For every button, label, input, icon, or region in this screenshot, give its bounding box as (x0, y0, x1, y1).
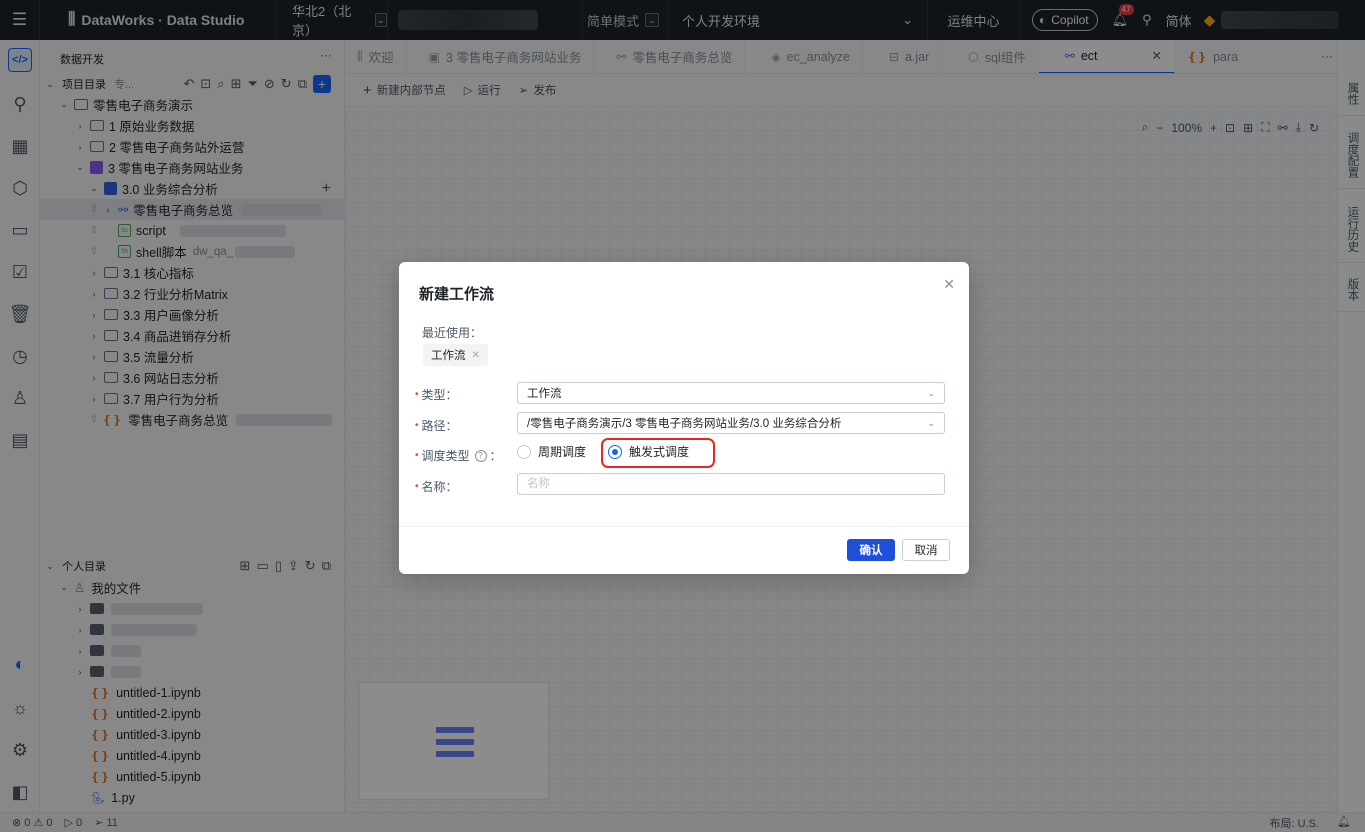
close-icon[interactable]: ✕ (943, 276, 955, 293)
footer-divider (399, 526, 969, 527)
cancel-button[interactable]: 取消 (902, 539, 950, 561)
name-label: • 名称： (415, 480, 458, 494)
new-workflow-dialog: 新建工作流 ✕ 最近使用： 工作流 ✕ • 类型： 工作流 ⌄ • 路径： /零售电子商… (399, 262, 969, 574)
radio-periodic[interactable]: 周期调度 (517, 443, 586, 460)
close-icon[interactable]: ✕ (472, 350, 480, 361)
chevron-down-icon: ⌄ (927, 417, 935, 428)
dialog-title: 新建工作流 (419, 286, 495, 303)
chevron-down-icon: ⌄ (927, 387, 935, 398)
type-label: • 类型： (415, 388, 458, 402)
help-icon[interactable]: ? (474, 449, 487, 462)
schedule-type-label: • 调度类型?： (415, 449, 502, 463)
recent-tag[interactable]: 工作流 ✕ (423, 344, 488, 366)
type-select[interactable]: 工作流 ⌄ (517, 382, 945, 404)
recent-label: 最近使用： (422, 326, 483, 340)
confirm-button[interactable]: 确认 (847, 539, 895, 561)
name-input[interactable] (517, 473, 945, 495)
path-select[interactable]: /零售电子商务演示/3 零售电子商务网站业务/3.0 业务综合分析 ⌄ (517, 412, 945, 434)
path-label: • 路径： (415, 419, 458, 433)
highlight-annotation (601, 438, 715, 468)
